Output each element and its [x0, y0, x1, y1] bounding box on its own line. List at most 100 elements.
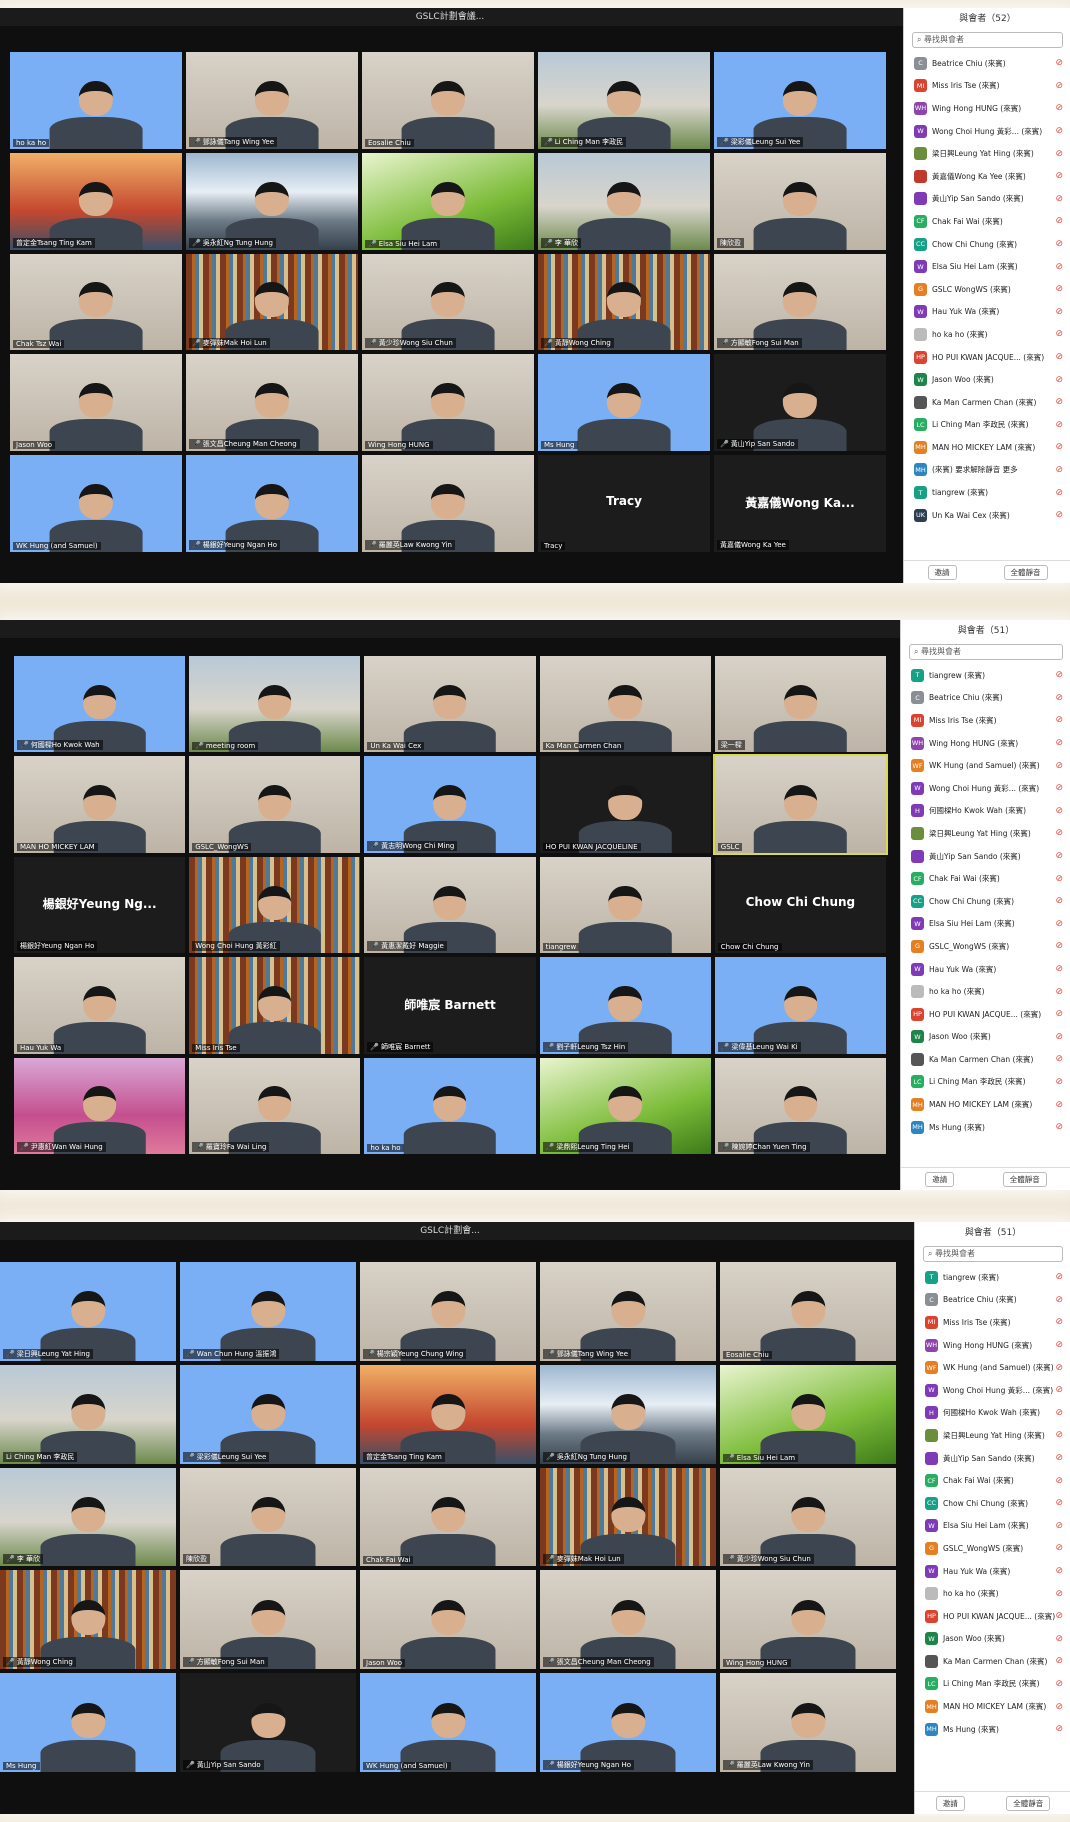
video-tile[interactable]: 🎤 meeting room	[189, 656, 361, 753]
video-tile[interactable]: Un Ka Wai Cex	[364, 656, 536, 753]
mic-muted-icon[interactable]: ⊘	[1055, 442, 1063, 452]
participant-row[interactable]: WH Wing Hong HUNG (來賓) ⊘	[901, 732, 1070, 755]
mic-muted-icon[interactable]: ⊘	[1055, 375, 1063, 385]
video-tile[interactable]: ho ka ho	[10, 52, 182, 149]
participant-row[interactable]: 黃嘉儀Wong Ka Yee (來賓) ⊘	[904, 165, 1070, 188]
video-tile[interactable]: 🎤 Elsa Siu Hei Lam	[720, 1364, 896, 1464]
mic-muted-icon[interactable]: ⊘	[1055, 81, 1063, 91]
participant-row[interactable]: W Elsa Siu Hei Lam (來賓) ⊘	[915, 1515, 1070, 1538]
participant-row[interactable]: W Wong Choi Hung 黃彩... (來賓) ⊘	[901, 777, 1070, 800]
participant-row[interactable]: Ka Man Carmen Chan (來賓) ⊘	[904, 391, 1070, 414]
video-tile[interactable]: 🎤 黃惠潔戴好 Maggie	[364, 856, 536, 954]
video-tile[interactable]: 🎤 梁彩儀Leung Sui Yee	[714, 52, 886, 149]
video-tile[interactable]: 陳欣盈	[714, 152, 886, 250]
mic-muted-icon[interactable]: ⊘	[1055, 919, 1063, 929]
video-tile[interactable]: Chak Tsz Wai	[10, 253, 182, 351]
participant-row[interactable]: H 何國樑Ho Kwok Wah (來賓) ⊘	[915, 1402, 1070, 1425]
video-tile[interactable]: WK Hung (and Samuel)	[360, 1673, 536, 1772]
video-tile[interactable]: ho ka ho	[364, 1057, 536, 1154]
video-tile[interactable]: Tracy Tracy	[538, 455, 710, 552]
video-tile[interactable]: 🎤 鄧詠儀Tang Wing Yee	[186, 52, 358, 149]
video-tile[interactable]: GSLC_WongWS	[189, 756, 361, 853]
mic-muted-icon[interactable]: ⊘	[1055, 1054, 1063, 1064]
invite-button[interactable]: 邀請	[927, 564, 957, 580]
mic-muted-icon[interactable]: ⊘	[1055, 1634, 1063, 1644]
video-tile[interactable]: 🎤 尹惠紅Wan Wai Hung	[14, 1057, 186, 1154]
mic-muted-icon[interactable]: ⊘	[1055, 896, 1063, 906]
video-tile[interactable]: 🎤 楊銀好Yeung Ngan Ho	[186, 455, 358, 552]
participant-row[interactable]: W Jason Woo (來賓) ⊘	[904, 368, 1070, 391]
video-tile[interactable]: MAN HO MICKEY LAM	[14, 756, 186, 853]
mic-muted-icon[interactable]: ⊘	[1055, 1340, 1063, 1350]
video-tile[interactable]: Ms Hung	[0, 1673, 176, 1772]
video-tile[interactable]: Chak Fai Wai	[360, 1467, 536, 1567]
mic-muted-icon[interactable]: ⊘	[1055, 1543, 1063, 1553]
mic-muted-icon[interactable]: ⊘	[1055, 1453, 1063, 1463]
participant-row[interactable]: LC Li Ching Man 李政民 (來賓) ⊘	[915, 1673, 1070, 1696]
mic-muted-icon[interactable]: ⊘	[1055, 194, 1063, 204]
participant-row[interactable]: Ttiangrew (來賓) ⊘	[901, 664, 1070, 687]
participant-row[interactable]: UK Un Ka Wai Cex (來賓) ⊘	[904, 504, 1070, 527]
participant-row[interactable]: G GSLC_WongWS (來賓) ⊘	[915, 1537, 1070, 1560]
video-tile[interactable]: 🎤 鄧詠儀Tang Wing Yee	[540, 1262, 716, 1361]
video-tile[interactable]: 🎤 黃志明Wong Chi Ming	[364, 756, 536, 853]
video-tile[interactable]: 🎤 麥彈妹Mak Hoi Lun	[186, 253, 358, 351]
participant-row[interactable]: LC Li Ching Man 李政民 (來賓) ⊘	[904, 414, 1070, 437]
video-tile[interactable]: 🎤 Wan Chun Hung 溫振鴻	[180, 1262, 356, 1361]
video-tile[interactable]: 陳欣盈	[180, 1467, 356, 1567]
participant-row[interactable]: MH (來賓) 要求解除靜音 更多 ⊘	[904, 459, 1070, 482]
participant-row[interactable]: CF Chak Fai Wai (來賓) ⊘	[904, 210, 1070, 233]
video-tile[interactable]: 🎤 方顯敏Fong Sui Man	[180, 1570, 356, 1670]
mic-muted-icon[interactable]: ⊘	[1055, 851, 1063, 861]
video-tile[interactable]: Miss Iris Tse	[189, 957, 361, 1054]
mic-muted-icon[interactable]: ⊘	[1055, 987, 1063, 997]
participant-row[interactable]: LC Li Ching Man 李政民 (來賓) ⊘	[901, 1071, 1070, 1094]
participant-row[interactable]: WH Wing Hong HUNG (來賓) ⊘	[904, 97, 1070, 120]
mic-muted-icon[interactable]: ⊘	[1055, 171, 1063, 181]
invite-button[interactable]: 邀請	[925, 1171, 955, 1187]
mic-muted-icon[interactable]: ⊘	[1055, 828, 1063, 838]
mic-muted-icon[interactable]: ⊘	[1055, 783, 1063, 793]
mic-muted-icon[interactable]: ⊘	[1055, 1317, 1063, 1327]
video-tile[interactable]: 🎤 何國樑Ho Kwok Wah	[14, 656, 186, 753]
participant-row[interactable]: W Hau Yuk Wa (來賓) ⊘	[901, 958, 1070, 981]
video-tile[interactable]: 🎤 梁鼎熙Leung Ting Hei	[539, 1057, 711, 1154]
mic-muted-icon[interactable]: ⊘	[1055, 149, 1063, 159]
video-tile[interactable]: Wong Choi Hung 黃彩紅	[189, 856, 361, 954]
video-tile[interactable]: GSLC	[712, 754, 888, 855]
participant-row[interactable]: Ka Man Carmen Chan (來賓) ⊘	[915, 1650, 1070, 1673]
mic-muted-icon[interactable]: ⊘	[1055, 1611, 1063, 1621]
mic-muted-icon[interactable]: ⊘	[1055, 488, 1063, 498]
mic-muted-icon[interactable]: ⊘	[1055, 1521, 1063, 1531]
video-tile[interactable]: 🎤 Elsa Siu Hei Lam	[362, 152, 534, 250]
participant-row[interactable]: 黃山Yip San Sando (來賓) ⊘	[915, 1447, 1070, 1470]
mic-muted-icon[interactable]: ⊘	[1055, 397, 1063, 407]
participant-row[interactable]: MH MAN HO MICKEY LAM (來賓) ⊘	[915, 1695, 1070, 1718]
participant-row[interactable]: ho ka ho (來賓) ⊘	[901, 980, 1070, 1003]
participant-row[interactable]: C Beatrice Chiu (來賓) ⊘	[904, 52, 1070, 75]
participant-row[interactable]: MH MAN HO MICKEY LAM (來賓) ⊘	[901, 1093, 1070, 1116]
participant-row[interactable]: 梁日興Leung Yat Hing (來賓) ⊘	[901, 822, 1070, 845]
mic-muted-icon[interactable]: ⊘	[1055, 307, 1063, 317]
participant-row[interactable]: WH Wing Hong HUNG (來賓) ⊘	[915, 1334, 1070, 1357]
mic-muted-icon[interactable]: ⊘	[1055, 715, 1063, 725]
participant-row[interactable]: MI Miss Iris Tse (來賓) ⊘	[901, 709, 1070, 732]
mic-muted-icon[interactable]: ⊘	[1055, 1430, 1063, 1440]
participant-row[interactable]: CF Chak Fai Wai (來賓) ⊘	[915, 1469, 1070, 1492]
participant-row[interactable]: W Wong Choi Hung 黃彩... (來賓) ⊘	[915, 1379, 1070, 1402]
mic-muted-icon[interactable]: ⊘	[1055, 1032, 1063, 1042]
participant-row[interactable]: MH MAN HO MICKEY LAM (來賓) ⊘	[904, 436, 1070, 459]
video-tile[interactable]: 🎤 梁彩儀Leung Sui Yee	[180, 1364, 356, 1464]
participant-row[interactable]: MI Miss Iris Tse (來賓) ⊘	[915, 1311, 1070, 1334]
video-tile[interactable]: 🎤 張文昌Cheung Man Cheong	[186, 354, 358, 452]
participant-search-input[interactable]: ⌕ 尋找與會者	[909, 644, 1063, 660]
mic-muted-icon[interactable]: ⊘	[1055, 329, 1063, 339]
video-tile[interactable]: 🎤 麥彈妹Mak Hoi Lun	[540, 1467, 716, 1567]
mic-muted-icon[interactable]: ⊘	[1055, 693, 1063, 703]
video-tile[interactable]: 曾定金Tsang Ting Kam	[360, 1364, 536, 1464]
video-tile[interactable]: 🎤 黃靜Wong Ching	[0, 1570, 176, 1670]
video-tile[interactable]: 曾定金Tsang Ting Kam	[10, 152, 182, 250]
video-tile[interactable]: 🎤 黃山Yip San Sando	[714, 354, 886, 452]
participant-row[interactable]: C Beatrice Chiu (來賓) ⊘	[915, 1289, 1070, 1312]
participant-row[interactable]: H 何國樑Ho Kwok Wah (來賓) ⊘	[901, 800, 1070, 823]
